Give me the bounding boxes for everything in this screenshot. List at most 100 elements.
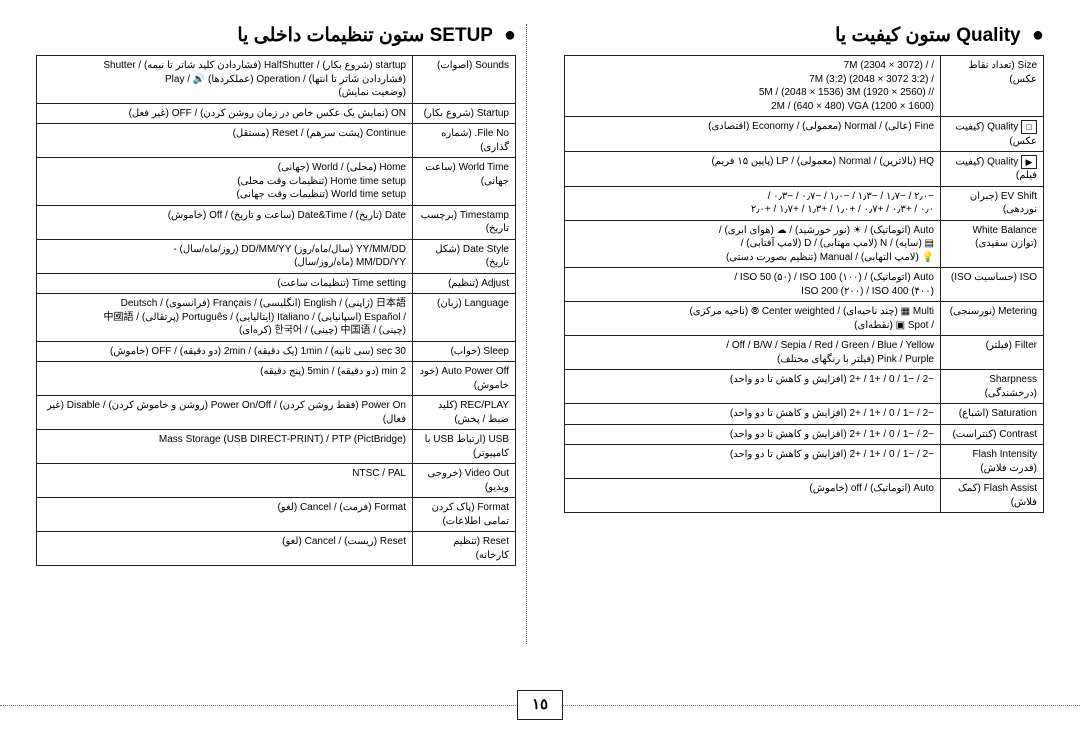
columns: ستون تنظیمات داخلی یا SETUP ● Sounds (اص… <box>36 24 1044 644</box>
row-value: / / (3072 × 2304) 7M / (3:2 3072 × 2048)… <box>565 56 941 117</box>
table-row: File No. (شماره گذاری) Continue (پشت سرهم… <box>37 124 516 158</box>
row-label-text: Contrast (کنتراست) <box>952 429 1037 440</box>
row-label-text: EV Shift (جبران نوردهی) <box>970 191 1037 216</box>
table-row: Language (زبان) 日本語 (ژاپنی) / English (ان… <box>37 294 516 342</box>
table-row: Adjust (تنظیم) Time setting (تنظیمات ساعت… <box>37 273 516 294</box>
row-value: 日本語 (ژاپنی) / English (انگلیسی) / França… <box>37 294 413 342</box>
row-label: World Time (ساعت جهانی) <box>413 158 516 206</box>
page-number: ١٥ <box>517 690 563 720</box>
table-row: Sharpness (درخشندگی) −2 / −1 / 0 / +1 / +… <box>565 370 1044 404</box>
row-label-text: Metering (نورسنجی) <box>950 306 1037 317</box>
row-label: File No. (شماره گذاری) <box>413 124 516 158</box>
row-label-text: Language (زبان) <box>437 298 509 309</box>
row-icon: □ <box>1021 120 1037 134</box>
row-value: −2 / −1 / 0 / +1 / +2 (افزایش و کاهش تا … <box>565 370 941 404</box>
row-label: Filter (فیلتر) <box>941 336 1044 370</box>
bullet-icon: ● <box>504 24 516 46</box>
setup-table: Sounds (اصوات) startup (شروع بکار) / Half… <box>36 55 516 566</box>
table-row: Size (تعداد نقاط عکس) / / (3072 × 2304) 7… <box>565 56 1044 117</box>
table-row: Startup (شروع بکار)ON (نمایش یک عکس خاص … <box>37 103 516 124</box>
quality-title: ستون کیفیت یا Quality ● <box>564 24 1044 47</box>
row-value: startup (شروع بکار) / HalfShutter (فشارد… <box>37 56 413 104</box>
row-label: Timestamp (برچسب تاریخ) <box>413 205 516 239</box>
row-label-text: Sounds (اصوات) <box>437 60 509 71</box>
row-label-text: Flash Intensity (قدرت فلاش) <box>973 449 1037 474</box>
row-value: YY/MM/DD (سال/ماه/روز) DD/MM/YY (روز/ماه… <box>37 239 413 273</box>
row-label: Flash Intensity (قدرت فلاش) <box>941 445 1044 479</box>
table-row: Video Out (خروجی ویدیو)NTSC / PAL <box>37 464 516 498</box>
row-label: Language (زبان) <box>413 294 516 342</box>
row-label-text: Sleep (خواب) <box>450 346 509 357</box>
row-value: Time setting (تنظیمات ساعت) <box>37 273 413 294</box>
quality-title-text: ستون کیفیت یا Quality <box>835 25 1021 46</box>
row-label-text: Size (تعداد نقاط عکس) <box>968 60 1037 85</box>
table-row: Flash Assist (کمک فلاش)Auto (اتوماتیک) /… <box>565 479 1044 513</box>
table-row: □ Quality (کیفیت عکس)Fine (عالی) / Norma… <box>565 117 1044 152</box>
row-label-text: Adjust (تنظیم) <box>448 278 509 289</box>
table-row: Format (پاک کردن تمامی اطلاعات)Format (ف… <box>37 498 516 532</box>
row-label: □ Quality (کیفیت عکس) <box>941 117 1044 152</box>
setup-title: ستون تنظیمات داخلی یا SETUP ● <box>36 24 516 47</box>
table-row: Contrast (کنتراست) −2 / −1 / 0 / +1 / +2 … <box>565 424 1044 445</box>
quality-table: Size (تعداد نقاط عکس) / / (3072 × 2304) 7… <box>564 55 1044 513</box>
row-value: Home (محلی) / World (جهانی) Home time se… <box>37 158 413 206</box>
row-label-text: Format (پاک کردن تمامی اطلاعات) <box>432 502 509 527</box>
table-row: EV Shift (جبران نوردهی) −۲٫۰ / −۱٫۷ / −۱٫… <box>565 186 1044 220</box>
row-value: −۲٫۰ / −۱٫۷ / −۱٫۳ / −۱٫۰ / −۰٫۷ / −۰٫۳ … <box>565 186 941 220</box>
row-label-text: File No. (شماره گذاری) <box>441 128 509 153</box>
row-label: Format (پاک کردن تمامی اطلاعات) <box>413 498 516 532</box>
row-label: Startup (شروع بکار) <box>413 103 516 124</box>
table-row: USB (ارتباط USB با کامپیوتر) Mass Storage… <box>37 430 516 464</box>
row-value: Continue (پشت سرهم) / Reset (مستقل) <box>37 124 413 158</box>
row-value: Off / B/W / Sepia / Red / Green / Blue /… <box>565 336 941 370</box>
row-label-text: World Time (ساعت جهانی) <box>425 162 509 187</box>
table-row: Metering (نورسنجی)Multi ▦ (چند ناحیه‌ای)… <box>565 302 1044 336</box>
row-value: 2 min (دو دقیقه) / 5min (پنج دقیقه) <box>37 362 413 396</box>
table-row: Sleep (خواب) 30 sec (سی ثانیه) / 1min (یک… <box>37 341 516 362</box>
quality-column: ستون کیفیت یا Quality ● Size (تعداد نقاط… <box>564 24 1044 644</box>
column-divider <box>526 24 527 644</box>
row-label: Adjust (تنظیم) <box>413 273 516 294</box>
table-row: ▶ Quality (کیفیت فیلم)HQ (بالاترین) / No… <box>565 152 1044 187</box>
row-label: ▶ Quality (کیفیت فیلم) <box>941 152 1044 187</box>
row-label-text: Auto Power Off (خود خاموش) <box>419 366 509 391</box>
row-value: 30 sec (سی ثانیه) / 1min (یک دقیقه) / 2m… <box>37 341 413 362</box>
row-value: −2 / −1 / 0 / +1 / +2 (افزایش و کاهش تا … <box>565 445 941 479</box>
row-label-text: Saturation (اشباع) <box>959 408 1037 419</box>
row-label-text: Reset (تنظیم کارخانه) <box>453 536 509 561</box>
row-label: White Balance (توازن سفیدی) <box>941 220 1044 268</box>
row-label-text: Filter (فیلتر) <box>986 340 1037 351</box>
row-value: Auto (اتوماتیک) / ☀ (نور خورشید) / ☁ (هو… <box>565 220 941 268</box>
row-value: Reset (ریست) / Cancel (لغو) <box>37 532 413 566</box>
row-label: Flash Assist (کمک فلاش) <box>941 479 1044 513</box>
table-row: REC/PLAY (کلید ضبط / پخش)Power On (فقط ر… <box>37 396 516 430</box>
row-label: REC/PLAY (کلید ضبط / پخش) <box>413 396 516 430</box>
row-value: −2 / −1 / 0 / +1 / +2 (افزایش و کاهش تا … <box>565 424 941 445</box>
row-value: Mass Storage (USB DIRECT-PRINT) / PTP (P… <box>37 430 413 464</box>
row-value: Auto (اتوماتیک) / off (خاموش) <box>565 479 941 513</box>
table-row: White Balance (توازن سفیدی) Auto (اتوماتی… <box>565 220 1044 268</box>
row-label: Auto Power Off (خود خاموش) <box>413 362 516 396</box>
row-label: Date Style (شکل تاریخ) <box>413 239 516 273</box>
row-value: −2 / −1 / 0 / +1 / +2 (افزایش و کاهش تا … <box>565 404 941 425</box>
table-row: Sounds (اصوات) startup (شروع بکار) / Half… <box>37 56 516 104</box>
table-row: Saturation (اشباع) −2 / −1 / 0 / +1 / +2 … <box>565 404 1044 425</box>
bullet-icon: ● <box>1032 24 1044 46</box>
row-value: HQ (بالاترین) / Normal (معمولی) / LP (پا… <box>565 152 941 187</box>
row-label-text: Timestamp (برچسب تاریخ) <box>421 210 509 235</box>
row-label: Contrast (کنتراست) <box>941 424 1044 445</box>
row-label-text: Sharpness (درخشندگی) <box>985 374 1037 399</box>
row-value: Auto (اتوماتیک) / ISO 50 (۵۰) / ISO 100 … <box>565 268 941 302</box>
table-row: ISO (حساسیت ISO) Auto (اتوماتیک) / ISO 50… <box>565 268 1044 302</box>
row-label: Saturation (اشباع) <box>941 404 1044 425</box>
row-icon: ▶ <box>1021 155 1037 169</box>
row-label-text: USB (ارتباط USB با کامپیوتر) <box>425 434 509 459</box>
table-row: Auto Power Off (خود خاموش)2 min (دو دقیق… <box>37 362 516 396</box>
row-label-text: White Balance (توازن سفیدی) <box>973 225 1037 250</box>
table-row: Reset (تنظیم کارخانه) Reset (ریست) / Canc… <box>37 532 516 566</box>
row-label-text: ISO (حساسیت ISO) <box>951 272 1037 283</box>
page: ستون تنظیمات داخلی یا SETUP ● Sounds (اص… <box>0 0 1080 730</box>
setup-column: ستون تنظیمات داخلی یا SETUP ● Sounds (اص… <box>36 24 516 644</box>
row-label: ISO (حساسیت ISO) <box>941 268 1044 302</box>
table-row: World Time (ساعت جهانی) Home (محلی) / Wor… <box>37 158 516 206</box>
